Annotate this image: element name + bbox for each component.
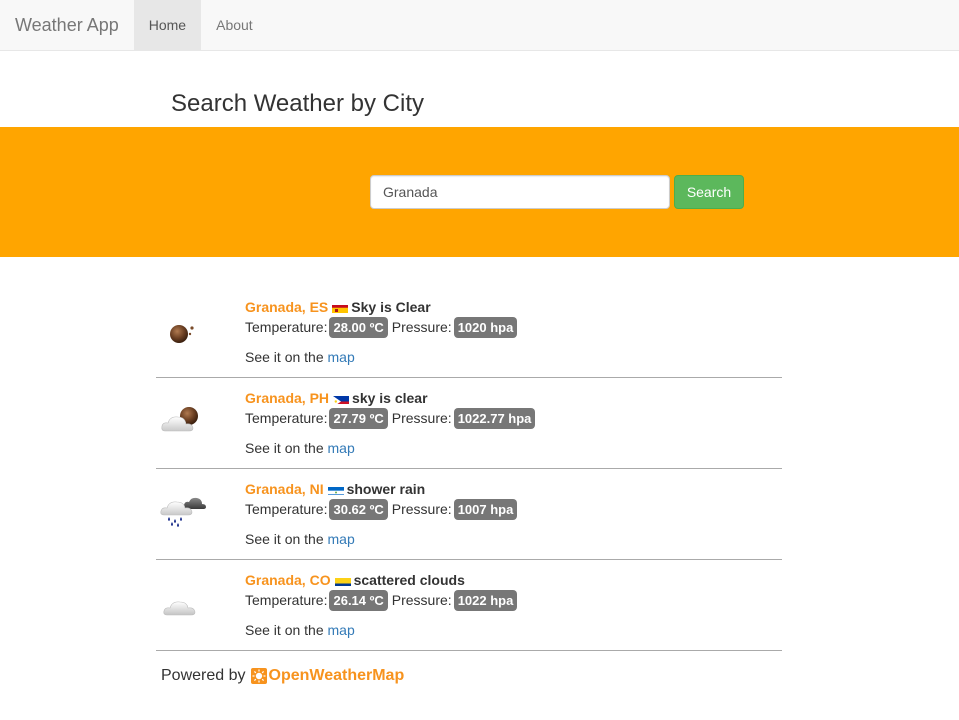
temperature-badge: 26.14 ºC [329, 589, 388, 611]
pressure-badge: 1007 hpa [453, 498, 518, 520]
temperature-badge: 30.62 ºC [329, 498, 388, 520]
result-item: Granada, PH sky is clear Temperature: 27… [156, 378, 782, 469]
map-link[interactable]: map [328, 531, 355, 547]
clear-night-moon-icon [156, 287, 216, 377]
weather-description: Sky is Clear [351, 299, 431, 315]
scattered-clouds-icon [156, 560, 216, 650]
map-prefix: See it on the [245, 531, 328, 547]
city-name: Granada, NI [245, 481, 324, 497]
pressure-badge: 1022.77 hpa [453, 407, 536, 429]
pressure-label: Pressure: [391, 410, 452, 426]
map-prefix: See it on the [245, 622, 328, 638]
navbar: Weather App Home About [0, 0, 959, 51]
map-link[interactable]: map [328, 349, 355, 365]
pressure-label: Pressure: [391, 319, 452, 335]
openweathermap-sun-icon [250, 668, 267, 684]
temperature-badge: 27.79 ºC [329, 407, 388, 429]
powered-by-label: Powered by [161, 667, 246, 684]
philippines-flag-icon [333, 393, 350, 404]
temperature-badge: 28.00 ºC [329, 316, 388, 338]
temperature-label: Temperature: [245, 592, 328, 608]
colombia-flag-icon [334, 575, 351, 586]
temperature-label: Temperature: [245, 410, 328, 426]
pressure-label: Pressure: [391, 592, 452, 608]
result-item: Granada, ES Sky is Clear Temperature: 28… [156, 287, 782, 378]
temperature-label: Temperature: [245, 319, 328, 335]
result-item: Granada, NI shower rain Temperature: 30.… [156, 469, 782, 560]
moon-behind-cloud-icon [156, 378, 216, 468]
page-title: Search Weather by City [171, 90, 424, 117]
search-button[interactable]: Search [674, 175, 744, 209]
openweathermap-text: OpenWeatherMap [268, 667, 405, 684]
map-prefix: See it on the [245, 440, 328, 456]
shower-rain-cloud-icon [156, 469, 216, 559]
weather-description: sky is clear [352, 390, 428, 406]
search-band: Search [0, 127, 959, 257]
nav-about-link[interactable]: About [201, 0, 268, 50]
map-link[interactable]: map [328, 440, 355, 456]
weather-description: scattered clouds [353, 572, 465, 588]
powered-by: Powered by OpenWeatherMap [161, 667, 404, 685]
temperature-label: Temperature: [245, 501, 328, 517]
nicaragua-flag-icon [327, 484, 344, 495]
city-name: Granada, PH [245, 390, 330, 406]
pressure-badge: 1022 hpa [453, 589, 518, 611]
brand-link[interactable]: Weather App [0, 0, 134, 50]
map-link[interactable]: map [328, 622, 355, 638]
weather-description: shower rain [346, 481, 426, 497]
pressure-label: Pressure: [391, 501, 452, 517]
city-name: Granada, ES [245, 299, 329, 315]
city-search-input[interactable] [370, 175, 670, 209]
city-name: Granada, CO [245, 572, 331, 588]
spain-flag-icon [332, 302, 349, 313]
pressure-badge: 1020 hpa [453, 316, 518, 338]
nav-home-link[interactable]: Home [133, 0, 202, 50]
result-item: Granada, CO scattered clouds Temperature… [156, 560, 782, 651]
results-list: Granada, ES Sky is Clear Temperature: 28… [156, 287, 782, 651]
openweathermap-logo-link[interactable]: OpenWeatherMap [250, 667, 405, 685]
map-prefix: See it on the [245, 349, 328, 365]
